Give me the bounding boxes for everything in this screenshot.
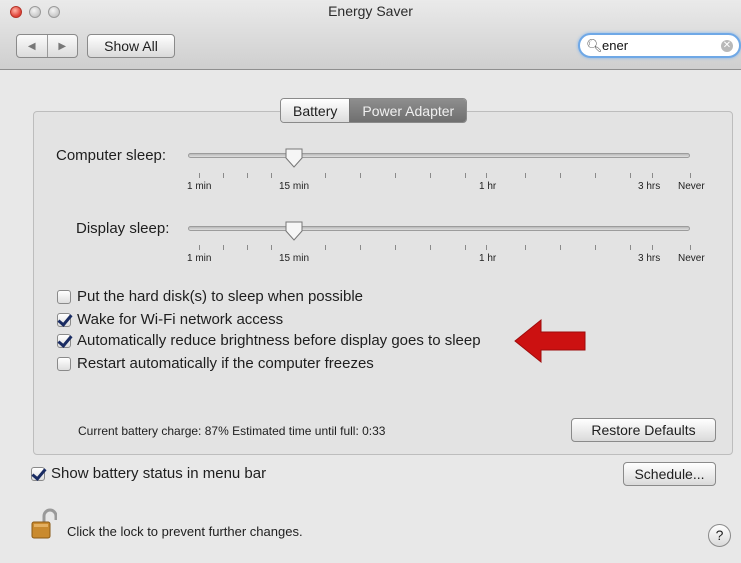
display-sleep-label: Display sleep: [76, 220, 170, 237]
search-field[interactable]: 🔍︎ ener ✕ [578, 33, 741, 58]
tick-mark [325, 245, 326, 250]
tick-mark [199, 173, 200, 178]
display-sleep-slider-thumb[interactable] [284, 220, 304, 242]
tick-label-never: Never [678, 181, 705, 192]
restore-defaults-button[interactable]: Restore Defaults [571, 418, 716, 442]
forward-arrow-icon[interactable]: ▶ [48, 35, 78, 57]
tick-label-3-hrs: 3 hrs [638, 253, 661, 264]
tick-mark [630, 173, 631, 178]
clear-search-icon[interactable]: ✕ [721, 40, 733, 52]
wake-wifi-label: Wake for Wi-Fi network access [77, 311, 284, 328]
reduce-brightness-label: Automatically reduce brightness before d… [77, 332, 481, 349]
tick-mark [223, 173, 224, 178]
tick-label-1-hr: 1 hr [479, 181, 497, 192]
tick-mark [271, 245, 272, 250]
tick-mark [595, 173, 596, 178]
tick-mark [430, 245, 431, 250]
tick-mark [560, 245, 561, 250]
tick-mark [247, 245, 248, 250]
power-source-tabs[interactable]: Battery Power Adapter [280, 98, 468, 123]
tick-mark [247, 173, 248, 178]
search-input[interactable]: ener [602, 38, 628, 53]
battery-status-text: Current battery charge: 87% Estimated ti… [78, 424, 386, 438]
display-sleep-slider[interactable] [188, 226, 690, 231]
tick-label-1-min: 1 min [187, 253, 212, 264]
tick-mark [465, 173, 466, 178]
tick-mark [325, 173, 326, 178]
tick-label-1-min: 1 min [187, 181, 212, 192]
tick-mark [652, 173, 653, 178]
tick-mark [652, 245, 653, 250]
computer-sleep-slider[interactable] [188, 153, 690, 158]
tick-mark [395, 173, 396, 178]
tick-mark [395, 245, 396, 250]
tick-mark [223, 245, 224, 250]
back-forward-control[interactable]: ◀ ▶ [16, 34, 78, 58]
tick-label-1-hr: 1 hr [479, 253, 497, 264]
tab-power-adapter[interactable]: Power Adapter [350, 99, 467, 122]
title-bar: Energy Saver ◀ ▶ Show All 🔍︎ ener ✕ [0, 0, 741, 70]
tick-label-3-hrs: 3 hrs [638, 181, 661, 192]
back-arrow-icon[interactable]: ◀ [17, 35, 48, 57]
wake-wifi-checkbox[interactable] [57, 313, 71, 327]
tick-label-never: Never [678, 253, 705, 264]
tick-mark [595, 245, 596, 250]
tab-battery[interactable]: Battery [281, 99, 351, 122]
restart-on-freeze-checkbox[interactable] [57, 357, 71, 371]
tick-mark [271, 173, 272, 178]
computer-sleep-slider-thumb[interactable] [284, 147, 304, 169]
tick-mark [360, 173, 361, 178]
tick-mark [199, 245, 200, 250]
unlocked-padlock-icon[interactable] [31, 508, 57, 540]
hard-disk-sleep-label: Put the hard disk(s) to sleep when possi… [77, 288, 363, 305]
search-icon: 🔍︎ [586, 38, 603, 53]
show-all-button[interactable]: Show All [87, 34, 175, 58]
help-button[interactable]: ? [708, 524, 731, 547]
tick-mark [560, 173, 561, 178]
computer-sleep-label: Computer sleep: [56, 147, 167, 164]
lock-text: Click the lock to prevent further change… [67, 524, 303, 539]
schedule-button[interactable]: Schedule... [623, 462, 716, 486]
tick-mark [630, 245, 631, 250]
tick-mark [486, 245, 487, 250]
tick-mark [525, 245, 526, 250]
hard-disk-sleep-checkbox[interactable] [57, 290, 71, 304]
show-battery-status-label: Show battery status in menu bar [51, 465, 267, 482]
tick-mark [690, 245, 691, 250]
tick-mark [430, 173, 431, 178]
tick-label-15-min: 15 min [279, 181, 310, 192]
tick-mark [465, 245, 466, 250]
window-title: Energy Saver [328, 3, 413, 19]
tick-label-15-min: 15 min [279, 253, 310, 264]
red-arrow-icon [514, 318, 586, 364]
restart-on-freeze-label: Restart automatically if the computer fr… [77, 355, 374, 372]
tick-mark [690, 173, 691, 178]
tick-mark [360, 245, 361, 250]
reduce-brightness-checkbox[interactable] [57, 334, 71, 348]
tick-mark [525, 173, 526, 178]
show-battery-status-checkbox[interactable] [31, 467, 45, 481]
tick-mark [486, 173, 487, 178]
